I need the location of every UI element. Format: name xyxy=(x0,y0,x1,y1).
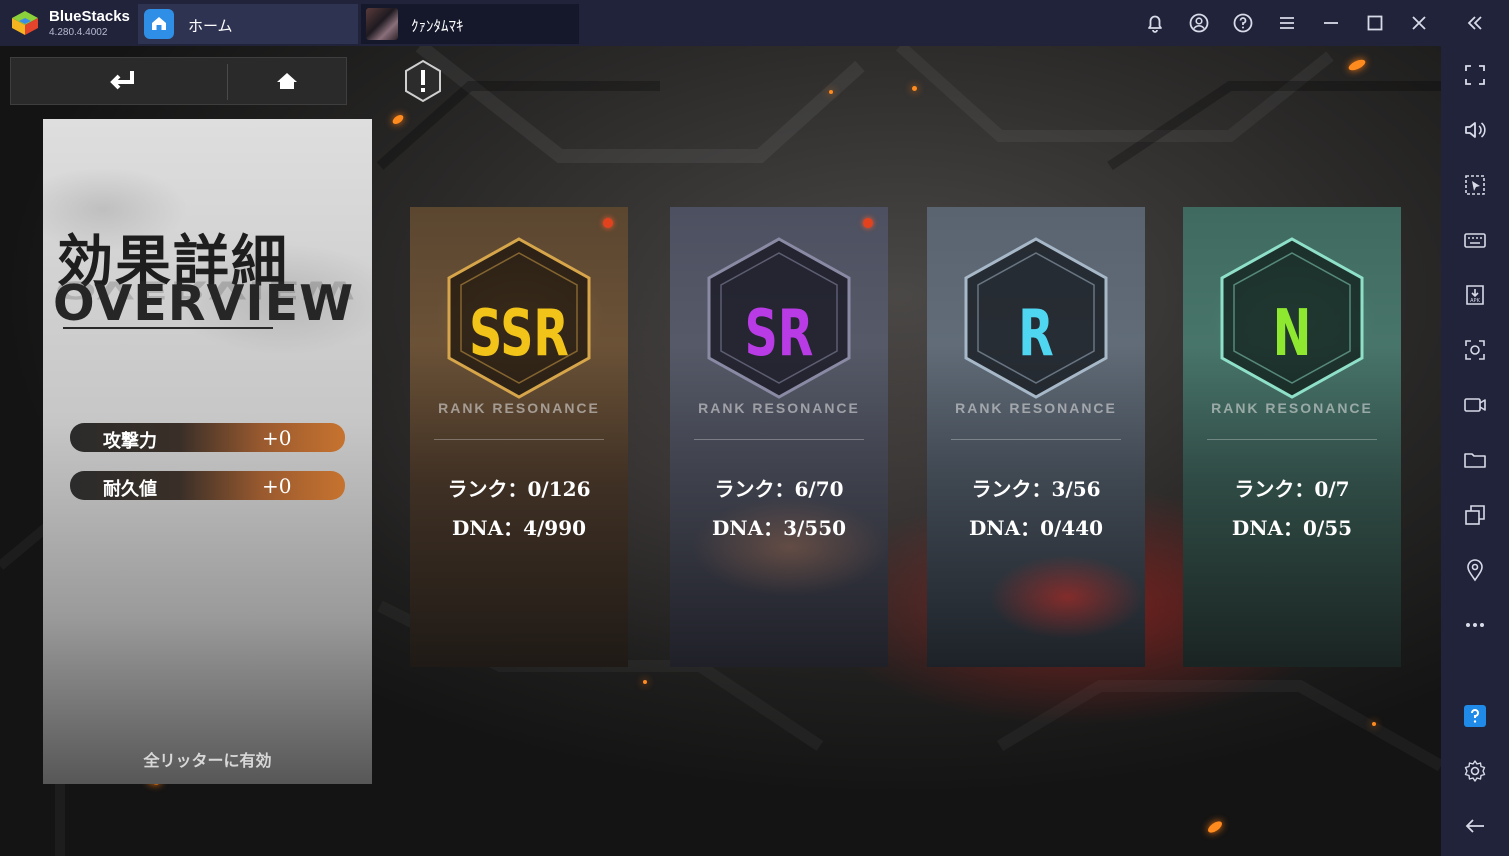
app-name: BlueStacks xyxy=(49,8,130,25)
close-icon[interactable] xyxy=(1404,8,1434,38)
grade-letter: R xyxy=(1018,296,1053,371)
screenshot-icon[interactable] xyxy=(1460,335,1490,365)
stat-value: +0 xyxy=(262,426,292,450)
ember-particle xyxy=(643,680,647,684)
app-version: 4.280.4.4002 xyxy=(49,27,108,38)
svg-text:APK: APK xyxy=(1470,298,1480,304)
grade-letter: N xyxy=(1273,296,1312,371)
menu-icon[interactable] xyxy=(1272,8,1302,38)
overview-footer-note: 全リッターに有効 xyxy=(143,751,272,770)
tab-home[interactable]: ホーム xyxy=(138,4,358,44)
ember-particle xyxy=(1372,722,1376,726)
stat-label: 攻撃力 xyxy=(103,431,157,452)
card-divider xyxy=(434,439,604,440)
card-divider xyxy=(694,439,864,440)
grade-hexagon-icon: R xyxy=(964,237,1108,399)
fullscreen-icon[interactable] xyxy=(1460,60,1490,90)
bluestacks-brand: BlueStacks 4.280.4.4002 xyxy=(8,6,136,40)
account-icon[interactable] xyxy=(1184,8,1214,38)
ember-particle xyxy=(912,86,917,91)
stat-value: +0 xyxy=(262,474,292,498)
bluestacks-logo-icon xyxy=(12,11,38,35)
video-record-icon[interactable] xyxy=(1460,390,1490,420)
apk-install-icon[interactable]: APK xyxy=(1460,280,1490,310)
stat-label: 耐久値 xyxy=(103,479,157,500)
stat-durability: 耐久値 +0 xyxy=(70,471,345,500)
location-icon[interactable] xyxy=(1460,555,1490,585)
bell-icon[interactable] xyxy=(1140,8,1170,38)
notification-dot xyxy=(863,218,873,228)
card-rank: ランク：0/126 xyxy=(447,477,591,501)
more-options-icon[interactable] xyxy=(1460,610,1490,640)
tab-label: ｸｧﾝﾀﾑﾏｷ xyxy=(411,18,464,35)
tab-game[interactable]: ｸｧﾝﾀﾑﾏｷ xyxy=(361,4,579,44)
keyboard-icon[interactable] xyxy=(1460,225,1490,255)
card-subtitle: RANK RESONANCE xyxy=(1211,400,1373,416)
card-subtitle: RANK RESONANCE xyxy=(955,400,1117,416)
maximize-icon[interactable] xyxy=(1360,8,1390,38)
card-subtitle: RANK RESONANCE xyxy=(438,400,600,416)
card-dna: DNA：4/990 xyxy=(451,516,587,540)
grade-hexagon-icon: N xyxy=(1220,237,1364,399)
grade-hexagon-icon: SSR xyxy=(447,237,591,399)
card-dna: DNA：3/550 xyxy=(711,516,847,540)
minimize-icon[interactable] xyxy=(1316,8,1346,38)
bluestacks-window: BlueStacks 4.280.4.4002 ホーム ｸｧﾝﾀﾑﾏｷ 効果詳細… xyxy=(0,0,1509,856)
card-subtitle: RANK RESONANCE xyxy=(698,400,860,416)
ember-particle xyxy=(829,90,833,94)
collapse-sidebar-icon[interactable] xyxy=(1460,8,1490,38)
overview-panel: 効果詳細 OVERVIEW OVERVIEW 攻撃力 +0 耐久値 +0 全リッ… xyxy=(43,119,372,784)
game-screen: 効果詳細 OVERVIEW OVERVIEW 攻撃力 +0 耐久値 +0 全リッ… xyxy=(0,46,1441,856)
grade-letter: SR xyxy=(745,296,814,371)
help-icon[interactable] xyxy=(1228,8,1258,38)
folder-icon[interactable] xyxy=(1460,445,1490,475)
card-dna: DNA：0/55 xyxy=(1231,516,1353,540)
card-divider xyxy=(951,439,1121,440)
grade-letter: SSR xyxy=(469,296,569,371)
tab-label: ホーム xyxy=(188,18,233,35)
title-bar: BlueStacks 4.280.4.4002 ホーム ｸｧﾝﾀﾑﾏｷ xyxy=(0,0,1509,46)
game-avatar-icon xyxy=(366,8,398,40)
stat-attack: 攻撃力 +0 xyxy=(70,423,345,452)
help-question-icon[interactable] xyxy=(1460,701,1490,731)
multi-instance-icon[interactable] xyxy=(1460,500,1490,530)
card-dna: DNA：0/440 xyxy=(968,516,1104,540)
back-arrow-icon xyxy=(110,71,134,90)
rank-card-ssr[interactable]: SSR RANK RESONANCE ランク：0/126 DNA：4/990 xyxy=(410,207,628,667)
pointer-select-icon[interactable] xyxy=(1460,170,1490,200)
card-rank: ランク：3/56 xyxy=(971,477,1101,501)
warning-info-icon[interactable] xyxy=(400,58,446,104)
emulator-sidebar: APK xyxy=(1441,46,1509,856)
title-underline xyxy=(63,327,273,329)
settings-gear-icon[interactable] xyxy=(1460,756,1490,786)
card-divider xyxy=(1207,439,1377,440)
card-rank: ランク：0/7 xyxy=(1234,477,1350,501)
volume-icon[interactable] xyxy=(1460,115,1490,145)
top-navigation xyxy=(10,57,347,105)
home-icon xyxy=(277,73,297,89)
notification-dot xyxy=(603,218,613,228)
grade-hexagon-icon: SR xyxy=(707,237,851,399)
home-button[interactable] xyxy=(228,58,347,104)
overview-title-en: OVERVIEW xyxy=(53,275,355,332)
back-arrow-icon[interactable] xyxy=(1460,811,1490,841)
back-button[interactable] xyxy=(11,58,227,104)
rank-card-n[interactable]: N RANK RESONANCE ランク：0/7 DNA：0/55 xyxy=(1183,207,1401,667)
rank-card-r[interactable]: R RANK RESONANCE ランク：3/56 DNA：0/440 xyxy=(927,207,1145,667)
home-tab-icon xyxy=(144,9,174,39)
card-rank: ランク：6/70 xyxy=(714,477,844,501)
rank-card-sr[interactable]: SR RANK RESONANCE ランク：6/70 DNA：3/550 xyxy=(670,207,888,667)
